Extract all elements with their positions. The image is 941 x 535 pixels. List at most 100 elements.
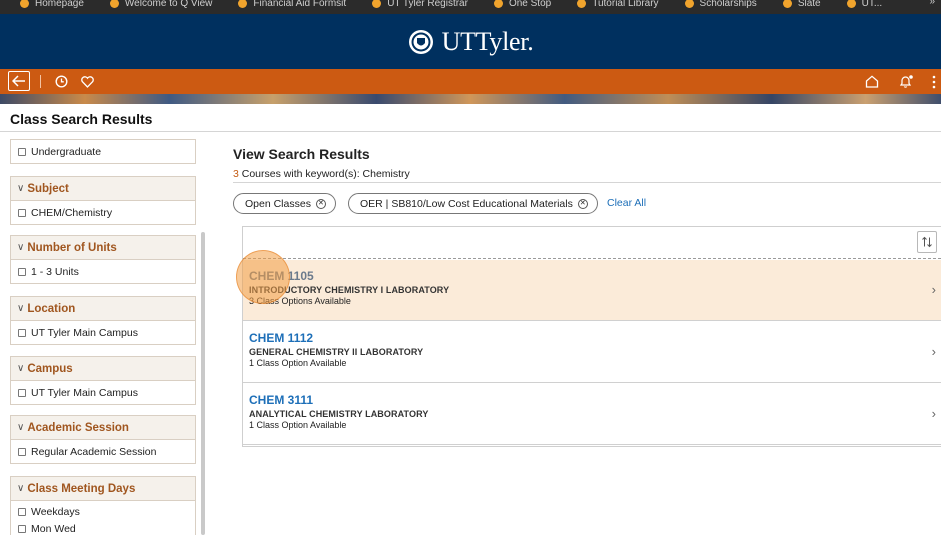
home-button[interactable] [862, 71, 882, 92]
facet-heading-location[interactable]: ∨ Location [11, 297, 195, 321]
bookmark-favicon-icon [20, 0, 29, 8]
keyword-text: Courses with keyword(s): Chemistry [238, 168, 410, 180]
bookmark-favicon-icon [493, 0, 503, 8]
checkbox[interactable] [18, 147, 26, 156]
facet-option-mon-wed[interactable]: Mon Wed [11, 520, 195, 535]
chevron-down-icon: ∨ [17, 483, 25, 494]
facet-option-units[interactable]: 1 - 3 Units [11, 260, 195, 283]
results-heading: View Search Results [233, 146, 370, 162]
clock-icon [54, 75, 68, 88]
chevron-down-icon: ∨ [17, 422, 25, 433]
bookmark-tutorial-library[interactable]: Tutorial Library [577, 0, 659, 9]
brand-header: UTTyler. [0, 14, 941, 69]
click-highlight-marker [236, 250, 290, 304]
facet-heading-units[interactable]: ∨ Number of Units [11, 236, 195, 260]
more-options-button[interactable] [929, 71, 939, 92]
sort-arrows-icon [922, 236, 932, 248]
close-icon[interactable]: ✕ [315, 198, 326, 209]
checkbox[interactable] [18, 388, 26, 397]
course-title: GENERAL CHEMISTRY II LABORATORY [249, 347, 424, 357]
facet-heading-meeting-days[interactable]: ∨ Class Meeting Days [11, 477, 195, 501]
bell-icon [899, 74, 913, 88]
facet-option-campus[interactable]: UT Tyler Main Campus [11, 381, 195, 404]
chevron-down-icon: ∨ [17, 242, 25, 253]
nav-divider [40, 75, 41, 88]
facet-meeting-days: ∨ Class Meeting Days Weekdays Mon Wed [10, 476, 196, 535]
summary-divider [233, 182, 941, 183]
bookmark-favicon-icon [684, 0, 694, 8]
facet-option-location[interactable]: UT Tyler Main Campus [11, 321, 195, 344]
checkbox[interactable] [18, 328, 26, 337]
sidebar-scrollbar[interactable] [201, 232, 205, 535]
heart-icon [80, 75, 94, 88]
facet-option-weekdays[interactable]: Weekdays [11, 503, 195, 520]
filter-sidebar: Undergraduate ∨ Subject CHEM/Chemistry ∨ N… [0, 132, 208, 535]
bookmarks-overflow-button[interactable]: » [929, 0, 935, 7]
checkbox[interactable] [18, 447, 26, 456]
bookmark-registrar[interactable]: UT Tyler Registrar [372, 0, 468, 9]
clear-all-link[interactable]: Clear All [607, 197, 646, 209]
facet-option-chemistry[interactable]: CHEM/Chemistry [11, 201, 195, 224]
bookmark-ut[interactable]: UT... [846, 0, 882, 9]
course-code[interactable]: CHEM 1112 [249, 331, 313, 345]
home-icon [865, 75, 879, 88]
filter-chip-open-classes[interactable]: Open Classes ✕ [233, 193, 336, 214]
bookmark-favicon-icon [372, 0, 382, 8]
chevron-right-icon: › [931, 344, 936, 359]
navigation-bar [0, 69, 941, 94]
filter-chip-oer[interactable]: OER | SB810/Low Cost Educational Materia… [348, 193, 598, 214]
sort-button[interactable] [917, 231, 937, 253]
course-code[interactable]: CHEM 3111 [249, 393, 313, 407]
facet-academic-session: ∨ Academic Session Regular Academic Sessi… [10, 415, 196, 464]
chevron-right-icon: › [931, 282, 936, 297]
checkbox[interactable] [18, 208, 26, 217]
bookmarks-bar: Homepage Welcome to Q View Financial Aid… [0, 0, 941, 14]
page-title: Class Search Results [10, 111, 153, 127]
chevron-down-icon: ∨ [17, 303, 25, 314]
university-seal-icon [408, 29, 433, 54]
bookmark-favicon-icon [109, 0, 119, 8]
history-button[interactable] [52, 71, 70, 92]
list-divider [243, 258, 941, 259]
chevron-down-icon: ∨ [17, 183, 25, 194]
chevron-down-icon: ∨ [17, 363, 25, 374]
course-row[interactable]: CHEM 1112 GENERAL CHEMISTRY II LABORATOR… [243, 322, 941, 383]
back-button[interactable] [8, 71, 30, 91]
checkbox[interactable] [18, 507, 26, 516]
brand-name: UTTyler. [441, 26, 534, 56]
facet-campus: ∨ Campus UT Tyler Main Campus [10, 356, 196, 405]
facet-units: ∨ Number of Units 1 - 3 Units [10, 235, 196, 284]
favorites-button[interactable] [78, 71, 96, 92]
class-options-count: 1 Class Option Available [249, 358, 347, 368]
checkbox[interactable] [18, 524, 26, 533]
facet-option-undergraduate[interactable]: Undergraduate [11, 140, 195, 163]
facet-location: ∨ Location UT Tyler Main Campus [10, 296, 196, 345]
bookmark-q-view[interactable]: Welcome to Q View [109, 0, 212, 9]
bookmark-favicon-icon [577, 0, 587, 8]
chevron-right-icon: › [931, 406, 936, 421]
class-options-count: 1 Class Option Available [249, 420, 347, 430]
close-icon[interactable]: ✕ [577, 198, 588, 209]
decorative-banner [0, 94, 941, 104]
results-summary: 3 Courses with keyword(s): Chemistry [233, 168, 410, 180]
bookmark-favicon-icon [238, 0, 248, 8]
facet-career: Undergraduate [10, 139, 196, 164]
back-arrow-icon [12, 75, 25, 87]
vertical-dots-icon [932, 75, 936, 88]
bookmark-homepage[interactable]: Homepage [20, 0, 84, 9]
bookmark-one-stop[interactable]: One Stop [493, 0, 551, 9]
bookmark-favicon-icon [782, 0, 792, 8]
bookmark-financial-aid[interactable]: Financial Aid Formsit [238, 0, 346, 9]
course-row[interactable]: CHEM 3111 ANALYTICAL CHEMISTRY LABORATOR… [243, 384, 941, 445]
notifications-button[interactable] [896, 71, 916, 92]
facet-heading-subject[interactable]: ∨ Subject [11, 177, 195, 201]
facet-heading-academic-session[interactable]: ∨ Academic Session [11, 416, 195, 440]
facet-option-session[interactable]: Regular Academic Session [11, 440, 195, 463]
course-row[interactable]: CHEM 1105 INTRODUCTORY CHEMISTRY I LABOR… [243, 260, 941, 321]
bookmark-scholarships[interactable]: Scholarships [684, 0, 757, 9]
facet-heading-campus[interactable]: ∨ Campus [11, 357, 195, 381]
facet-subject: ∨ Subject CHEM/Chemistry [10, 176, 196, 225]
bookmark-slate[interactable]: Slate [782, 0, 821, 9]
course-title: ANALYTICAL CHEMISTRY LABORATORY [249, 409, 429, 419]
checkbox[interactable] [18, 267, 26, 276]
